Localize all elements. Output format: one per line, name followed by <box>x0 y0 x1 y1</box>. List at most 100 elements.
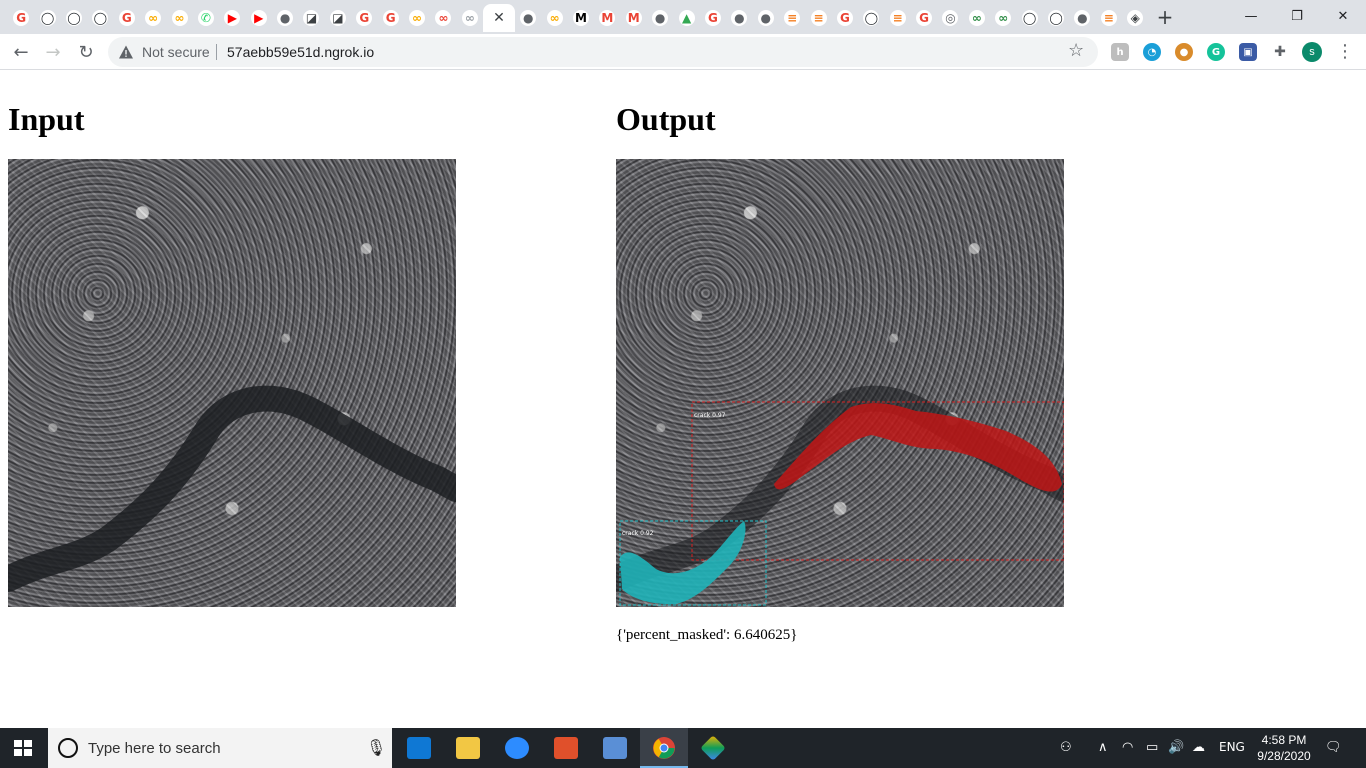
close-icon[interactable]: ✕ <box>493 10 505 26</box>
browser-tab[interactable]: ∞ <box>430 4 456 32</box>
language-indicator[interactable]: ENG <box>1219 740 1245 754</box>
new-tab-button[interactable]: + <box>1155 6 1175 28</box>
window-close-button[interactable]: ✕ <box>1320 0 1366 32</box>
browser-tab[interactable]: ✆ <box>193 4 219 32</box>
notion-icon: ◪ <box>303 10 320 26</box>
browser-tab[interactable]: ◯ <box>1016 4 1042 32</box>
browser-tab[interactable]: ∞ <box>541 4 567 32</box>
browser-tab[interactable]: ● <box>272 4 298 32</box>
onedrive-icon[interactable]: ☁ <box>1192 740 1205 755</box>
warning-icon[interactable] <box>118 44 134 60</box>
browser-tab[interactable]: ≡ <box>885 4 911 32</box>
people-icon[interactable]: ⚇ <box>1060 740 1072 755</box>
browser-tab[interactable]: G <box>700 4 726 32</box>
chrome-taskbar-icon[interactable] <box>640 728 688 768</box>
browser-tab[interactable]: ● <box>753 4 779 32</box>
browser-tab[interactable]: ≡ <box>1096 4 1122 32</box>
volume-icon[interactable]: 🔊 <box>1168 740 1184 755</box>
browser-tab[interactable]: ∞ <box>140 4 166 32</box>
web-icon: ● <box>1074 10 1091 26</box>
browser-tab[interactable]: G <box>114 4 140 32</box>
google-icon: G <box>382 10 399 26</box>
network-icon[interactable]: ◠ <box>1122 740 1133 755</box>
browser-tab[interactable]: ∞ <box>964 4 990 32</box>
browser-tab[interactable]: ◎ <box>937 4 963 32</box>
browser-tab[interactable]: ∞ <box>990 4 1016 32</box>
browser-tab[interactable]: G <box>911 4 937 32</box>
search-placeholder[interactable]: Type here to search <box>88 740 221 757</box>
browser-tab[interactable]: ▶ <box>219 4 245 32</box>
restore-button[interactable]: ❐ <box>1274 0 1320 32</box>
remote-desktop-icon[interactable] <box>591 728 639 768</box>
browser-tab[interactable]: ◪ <box>325 4 351 32</box>
browser-tab[interactable]: ● <box>647 4 673 32</box>
stackoverflow-icon: ≡ <box>810 10 827 26</box>
youtube-icon: ▶ <box>250 10 267 26</box>
browser-tab[interactable]: G <box>377 4 403 32</box>
browser-tab[interactable]: M <box>594 4 620 32</box>
browser-toolbar: ← → ↻ Not secure 57aebb59e51d.ngrok.io ☆… <box>0 34 1366 70</box>
colab-icon: ∞ <box>461 10 478 26</box>
clock-extension-icon[interactable]: ◔ <box>1143 43 1161 61</box>
zoom-app-icon[interactable] <box>493 728 541 768</box>
tab-active[interactable]: ✕ <box>483 4 516 32</box>
google-icon: G <box>356 10 373 26</box>
github-icon: ◯ <box>65 10 82 26</box>
browser-tab[interactable]: ● <box>515 4 541 32</box>
battery-icon[interactable]: ▭ <box>1146 740 1158 755</box>
browser-tab[interactable]: ◯ <box>34 4 60 32</box>
taskbar-search-box[interactable]: Type here to search 🎙 <box>48 728 392 768</box>
chrome-icon <box>653 737 675 759</box>
browser-tab[interactable]: M <box>568 4 594 32</box>
photo-app-icon[interactable] <box>542 728 590 768</box>
forward-button[interactable]: → <box>41 40 65 64</box>
gmail-icon: M <box>599 10 616 26</box>
mail-app-icon[interactable] <box>395 728 443 768</box>
stackoverflow-icon: ≡ <box>889 10 906 26</box>
notification-icon[interactable]: 🗨 <box>1325 740 1342 755</box>
extensions-puzzle-icon[interactable]: ✚ <box>1271 43 1289 61</box>
browser-tab[interactable]: ◯ <box>61 4 87 32</box>
minimize-button[interactable]: — <box>1228 0 1274 32</box>
address-bar[interactable]: Not secure 57aebb59e51d.ngrok.io ☆ <box>108 37 1098 67</box>
web-icon: ● <box>652 10 669 26</box>
git-app-icon[interactable] <box>689 728 737 768</box>
system-clock[interactable]: 4:58 PM 9/28/2020 <box>1250 732 1318 764</box>
browser-tab[interactable]: ● <box>726 4 752 32</box>
github-icon: ◯ <box>1021 10 1038 26</box>
browser-tab[interactable]: ▶ <box>246 4 272 32</box>
extension-icon[interactable]: h <box>1111 43 1129 61</box>
browser-tab[interactable]: ◯ <box>87 4 113 32</box>
menu-icon[interactable]: ⋮ <box>1336 41 1354 62</box>
browser-tab[interactable]: ◈ <box>1122 4 1148 32</box>
url-text[interactable]: 57aebb59e51d.ngrok.io <box>227 44 374 60</box>
cookie-extension-icon[interactable]: ● <box>1175 43 1193 61</box>
extension-icon[interactable]: ▣ <box>1239 43 1257 61</box>
browser-tab[interactable]: G <box>8 4 34 32</box>
browser-tab[interactable]: ● <box>1069 4 1095 32</box>
bookmark-star-icon[interactable]: ☆ <box>1068 40 1084 61</box>
browser-tab[interactable]: ◪ <box>298 4 324 32</box>
microphone-icon[interactable]: 🎙 <box>366 738 386 757</box>
colab-icon: ∞ <box>409 10 426 26</box>
file-explorer-icon[interactable] <box>444 728 492 768</box>
browser-tab[interactable]: G <box>832 4 858 32</box>
profile-avatar[interactable]: s <box>1302 42 1322 62</box>
browser-tab[interactable]: ∞ <box>457 4 483 32</box>
browser-tab[interactable]: M <box>621 4 647 32</box>
back-button[interactable]: ← <box>9 40 33 64</box>
browser-tab[interactable]: ▲ <box>673 4 699 32</box>
browser-tab[interactable]: ≡ <box>779 4 805 32</box>
reload-button[interactable]: ↻ <box>74 40 98 64</box>
browser-tab[interactable]: ≡ <box>805 4 831 32</box>
browser-tab[interactable]: G <box>351 4 377 32</box>
security-status[interactable]: Not secure <box>142 44 210 60</box>
browser-tab[interactable]: ∞ <box>166 4 192 32</box>
chevron-up-icon[interactable]: ∧ <box>1098 740 1108 755</box>
windows-start-icon[interactable] <box>14 740 32 756</box>
browser-tab[interactable]: ◯ <box>858 4 884 32</box>
browser-tab[interactable]: ◯ <box>1043 4 1069 32</box>
grammarly-icon[interactable]: G <box>1207 43 1225 61</box>
browser-tab[interactable]: ∞ <box>404 4 430 32</box>
web-icon: ● <box>520 10 537 26</box>
